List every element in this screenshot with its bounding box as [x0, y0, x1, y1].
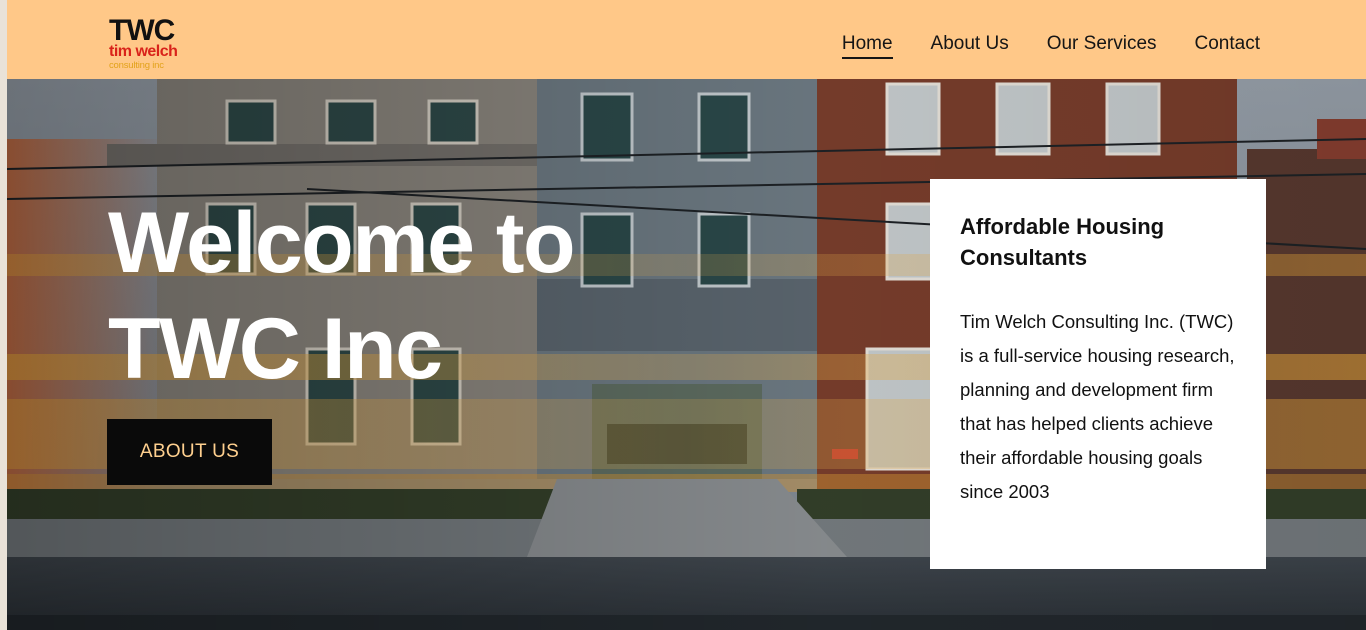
- twc-logo[interactable]: TWC tim welch consulting inc: [108, 16, 188, 74]
- logo-subtitle: tim welch: [109, 43, 178, 60]
- intro-card: Affordable Housing Consultants Tim Welch…: [930, 179, 1266, 569]
- nav-contact[interactable]: Contact: [1195, 31, 1260, 59]
- intro-card-body: Tim Welch Consulting Inc. (TWC) is a ful…: [960, 311, 1235, 502]
- about-us-button[interactable]: ABOUT US: [107, 419, 272, 485]
- site-header: TWC tim welch consulting inc Home About …: [7, 0, 1366, 79]
- main-nav: Home About Us Our Services Contact: [841, 31, 1260, 59]
- hero-title-line-1: Welcome to: [108, 195, 576, 291]
- hero-title-line-2: TWC Inc: [108, 301, 443, 397]
- intro-card-heading: Affordable Housing Consultants: [960, 214, 1165, 270]
- logo-tagline: consulting inc: [109, 60, 164, 71]
- nav-about-us[interactable]: About Us: [931, 31, 1009, 59]
- page: TWC tim welch consulting inc Home About …: [7, 0, 1366, 630]
- nav-home[interactable]: Home: [841, 31, 893, 59]
- logo-wordmark: TWC: [109, 14, 175, 47]
- hero-section: Welcome to TWC Inc ABOUT US Affordable H…: [7, 79, 1366, 630]
- nav-our-services[interactable]: Our Services: [1047, 31, 1157, 59]
- hero-title: Welcome to TWC Inc: [108, 190, 668, 402]
